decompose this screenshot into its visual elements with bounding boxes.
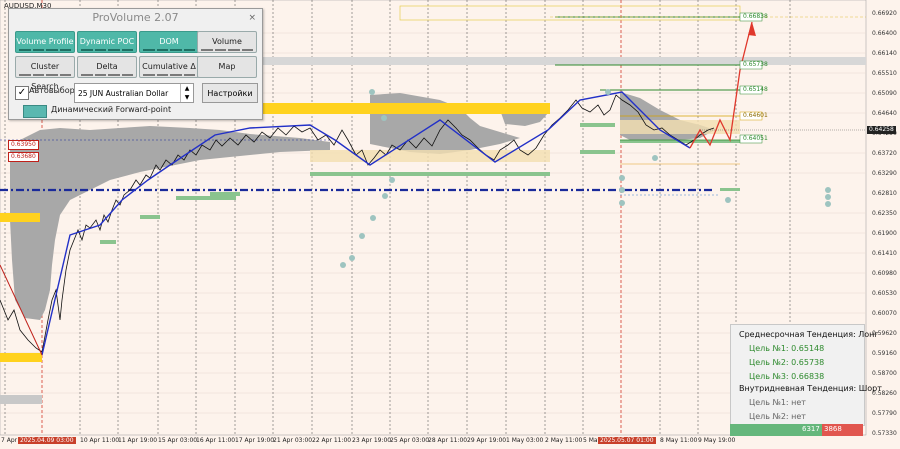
delta-button[interactable]: Delta	[77, 56, 137, 78]
target-2-tag: 0.65738	[743, 61, 768, 68]
price-axis-label: 0.62350	[872, 210, 897, 217]
map-button[interactable]: Map	[197, 56, 257, 78]
mid-term-trend-title: Среднесрочная Тенденция: Лонг	[739, 330, 879, 339]
intraday-trend-title: Внутридневная Тенденция: Шорт	[739, 384, 882, 393]
price-axis-label: 0.61410	[872, 250, 897, 257]
time-axis-label: 28 Apr 11:00	[428, 437, 468, 444]
time-axis-label: 1 May 03:00	[506, 437, 544, 444]
time-axis-label: 2 May 11:00	[545, 437, 583, 444]
spin-arrows-icon[interactable]: ▲ ▼	[180, 84, 193, 102]
price-axis-label: 0.61900	[872, 230, 897, 237]
provolume-panel[interactable]: ProVolume 2.07 × Volume Profile Dynamic …	[8, 8, 263, 120]
close-icon[interactable]: ×	[248, 9, 256, 27]
time-axis-label: 9 May 19:00	[698, 437, 736, 444]
volume-button[interactable]: Volume	[197, 31, 257, 53]
price-axis-label: 0.57790	[872, 410, 897, 417]
time-axis-label: 2025.05.07 01:00	[598, 437, 656, 444]
price-axis-label: 0.60980	[872, 270, 897, 277]
volume-balance-bar: 6317 3868	[730, 424, 863, 436]
time-axis-label: 22 Apr 11:00	[312, 437, 352, 444]
time-axis-label: 29 Apr 19:00	[467, 437, 507, 444]
price-axis-label: 0.63290	[872, 170, 897, 177]
intraday-target-2: Цель №2: нет	[749, 412, 806, 421]
dynamic-poc-button[interactable]: Dynamic POC	[77, 31, 137, 53]
intraday-target-1: Цель №1: нет	[749, 398, 806, 407]
mid-level-tag: 0.64601	[743, 112, 768, 119]
price-axis-label: 0.66920	[872, 10, 897, 17]
low-level-tag: 0.64051	[743, 135, 768, 142]
target-1-tag: 0.65148	[743, 86, 768, 93]
forward-point-toggle[interactable]	[23, 105, 47, 118]
cumulative-delta-button[interactable]: Cumulative Δ	[139, 56, 199, 78]
trend-panel: Среднесрочная Тенденция: Лонг Цель №1: 0…	[730, 324, 882, 426]
price-axis-label: 0.63720	[872, 150, 897, 157]
price-axis-label: 0.59160	[872, 350, 897, 357]
left-level-label-2: 0.63680	[8, 152, 39, 162]
settings-button[interactable]: Настройки	[202, 83, 258, 103]
price-axis-label: 0.66400	[872, 30, 897, 37]
sell-volume-value: 3868	[824, 425, 842, 433]
forward-point-label: Динамический Forward-point	[51, 105, 172, 114]
price-axis-label: 0.58700	[872, 370, 897, 377]
time-axis-label: 11 Apr 19:00	[118, 437, 158, 444]
time-axis-label: 10 Apr 11:00	[80, 437, 120, 444]
target-3-tag: 0.66838	[743, 13, 768, 20]
price-axis-label: 0.60070	[872, 310, 897, 317]
price-axis-label: 0.65510	[872, 70, 897, 77]
time-axis-label: 15 Apr 03:00	[158, 437, 198, 444]
price-axis-label: 0.65090	[872, 90, 897, 97]
left-level-label-1: 0.63950	[8, 140, 39, 150]
price-axis-label: 0.64640	[872, 110, 897, 117]
time-axis-label: 17 Apr 19:00	[235, 437, 275, 444]
mid-term-target-1: Цель №1: 0.65148	[749, 344, 825, 353]
price-axis-label: 0.57330	[872, 430, 897, 437]
time-axis-label: 23 Apr 19:00	[352, 437, 392, 444]
price-axis-label: 0.62810	[872, 190, 897, 197]
mid-term-target-2: Цель №2: 0.65738	[749, 358, 825, 367]
mid-term-target-3: Цель №3: 0.66838	[749, 372, 825, 381]
time-axis-label: 21 Apr 03:00	[273, 437, 313, 444]
auto-select-label: Автовыбор	[29, 86, 75, 95]
volume-profile-button[interactable]: Volume Profile	[15, 31, 75, 53]
time-axis-label: 8 May 11:00	[660, 437, 698, 444]
current-price-tag: 0.64258	[867, 126, 896, 134]
buy-volume-value: 6317	[802, 425, 820, 433]
trading-terminal: AUDUSD,M30 0.66838 0.65738 0.65148 0.646…	[0, 0, 900, 449]
auto-select-checkbox[interactable]: ✓	[15, 86, 29, 100]
time-axis-label: 16 Apr 11:00	[196, 437, 236, 444]
dom-button[interactable]: DOM	[139, 31, 199, 53]
panel-title: ProVolume 2.07 ×	[9, 9, 262, 27]
cluster-search-button[interactable]: Cluster Search	[15, 56, 75, 91]
price-axis-label: 0.66140	[872, 50, 897, 57]
time-axis-label: 25 Apr 03:00	[390, 437, 430, 444]
time-axis-label: 2025.04.09 03:00	[18, 437, 76, 444]
contract-select[interactable]: 25 JUN Australian Dollar ▲ ▼	[74, 83, 194, 103]
price-axis-label: 0.60530	[872, 290, 897, 297]
